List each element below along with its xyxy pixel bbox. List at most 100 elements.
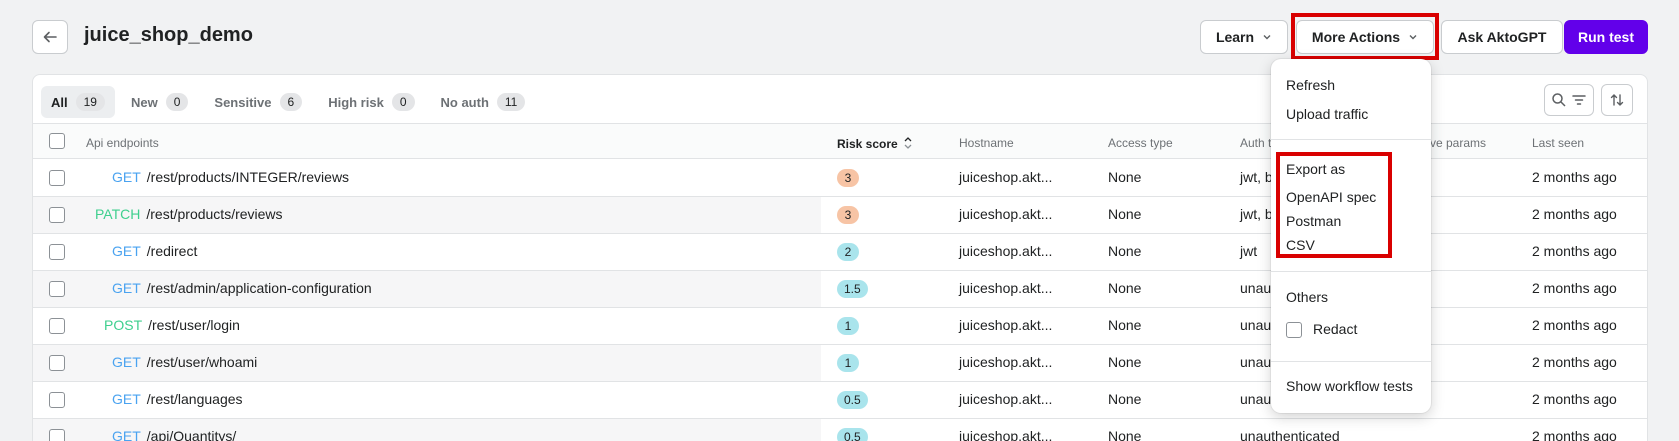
http-method: GET xyxy=(112,428,141,441)
tab-label: All xyxy=(51,94,68,110)
row-checkbox[interactable] xyxy=(49,429,65,441)
http-method: GET xyxy=(112,169,141,185)
row-checkbox[interactable] xyxy=(49,170,65,186)
select-all-checkbox[interactable] xyxy=(49,133,65,149)
tab-all[interactable]: All 19 xyxy=(41,86,115,118)
tab-label: Sensitive xyxy=(214,94,272,110)
row-checkbox[interactable] xyxy=(49,318,65,334)
hostname: juiceshop.akt... xyxy=(959,206,1053,222)
tab-no-auth[interactable]: No auth 11 xyxy=(431,86,536,118)
access-type: None xyxy=(1108,428,1142,441)
row-checkbox[interactable] xyxy=(49,244,65,260)
risk-badge: 3 xyxy=(837,169,859,187)
tab-new[interactable]: New 0 xyxy=(121,86,198,118)
row-checkbox[interactable] xyxy=(49,392,65,408)
table-row[interactable]: GET/api/Quantitys/ 0.5 juiceshop.akt... … xyxy=(33,419,1647,441)
tab-label: High risk xyxy=(328,94,384,110)
auth-type: unau xyxy=(1240,391,1272,407)
ask-aktogpt-label: Ask AktoGPT xyxy=(1457,29,1547,45)
last-seen: 2 months ago xyxy=(1532,428,1617,441)
tab-label: New xyxy=(130,94,158,110)
sort-toggle-icon xyxy=(904,137,912,149)
col-risk-label: Risk score xyxy=(837,137,898,151)
more-actions-label: More Actions xyxy=(1311,29,1401,45)
menu-item-csv[interactable]: CSV xyxy=(1286,237,1315,253)
filter-icon xyxy=(1572,95,1586,105)
endpoint[interactable]: GET/api/Quantitys/ xyxy=(112,428,236,441)
ask-aktogpt-button[interactable]: Ask AktoGPT xyxy=(1441,20,1563,54)
auth-type: unauthenticated xyxy=(1240,428,1340,441)
auth-type: jwt xyxy=(1240,243,1258,259)
menu-item-openapi-spec[interactable]: OpenAPI spec xyxy=(1286,189,1376,205)
run-test-button[interactable]: Run test xyxy=(1564,20,1648,54)
arrow-left-icon xyxy=(43,31,57,43)
endpoint[interactable]: GET/rest/user/whoami xyxy=(112,354,257,370)
run-test-label: Run test xyxy=(1578,29,1634,45)
auth-type: unau xyxy=(1240,280,1272,296)
hostname: juiceshop.akt... xyxy=(959,243,1053,259)
back-button[interactable] xyxy=(32,20,68,54)
redact-label[interactable]: Redact xyxy=(1313,321,1357,337)
access-type: None xyxy=(1108,280,1142,296)
menu-item-refresh[interactable]: Refresh xyxy=(1286,77,1335,93)
menu-section-others: Others xyxy=(1286,289,1329,305)
hostname: juiceshop.akt... xyxy=(959,280,1053,296)
menu-item-postman[interactable]: Postman xyxy=(1286,213,1341,229)
auth-type: unau xyxy=(1240,317,1272,333)
chevron-down-icon xyxy=(1409,35,1417,40)
auth-type: unau xyxy=(1240,354,1272,370)
endpoint-path: /rest/admin/application-configuration xyxy=(146,280,372,296)
endpoint[interactable]: PATCH/rest/products/reviews xyxy=(95,206,283,222)
row-checkbox[interactable] xyxy=(49,281,65,297)
search-icon xyxy=(1552,93,1566,107)
http-method: POST xyxy=(104,317,143,333)
learn-button[interactable]: Learn xyxy=(1200,20,1288,54)
access-type: None xyxy=(1108,243,1142,259)
tab-count: 11 xyxy=(496,93,526,111)
last-seen: 2 months ago xyxy=(1532,280,1617,296)
http-method: GET xyxy=(112,280,141,296)
menu-item-show-workflow-tests[interactable]: Show workflow tests xyxy=(1286,378,1413,394)
row-checkbox[interactable] xyxy=(49,207,65,223)
risk-badge: 0.5 xyxy=(837,391,868,409)
endpoint[interactable]: GET/rest/products/INTEGER/reviews xyxy=(112,169,349,185)
http-method: PATCH xyxy=(95,206,141,222)
hostname: juiceshop.akt... xyxy=(959,354,1053,370)
tab-high-risk[interactable]: High risk 0 xyxy=(318,86,424,118)
http-method: GET xyxy=(112,243,141,259)
risk-badge: 1 xyxy=(837,317,859,335)
endpoint-path: /rest/languages xyxy=(146,391,243,407)
endpoint[interactable]: POST/rest/user/login xyxy=(104,317,240,333)
sort-icon xyxy=(1610,94,1624,106)
endpoint-path: /redirect xyxy=(146,243,198,259)
row-checkbox[interactable] xyxy=(49,355,65,371)
endpoint-path: /api/Quantitys/ xyxy=(146,428,237,441)
endpoint[interactable]: GET/rest/languages xyxy=(112,391,243,407)
auth-type: jwt, b xyxy=(1240,169,1273,185)
endpoint[interactable]: GET/redirect xyxy=(112,243,197,259)
endpoint-path: /rest/products/reviews xyxy=(146,206,283,222)
col-auth-type: Auth t xyxy=(1240,136,1272,150)
more-actions-button[interactable]: More Actions xyxy=(1296,20,1434,54)
access-type: None xyxy=(1108,206,1142,222)
tab-count: 6 xyxy=(279,93,303,111)
tab-sensitive[interactable]: Sensitive 6 xyxy=(204,86,312,118)
col-risk-score[interactable]: Risk score xyxy=(837,136,913,151)
menu-divider xyxy=(1271,361,1431,362)
last-seen: 2 months ago xyxy=(1532,317,1617,333)
endpoint-path: /rest/user/login xyxy=(148,317,240,333)
tab-count: 0 xyxy=(391,93,415,111)
menu-divider xyxy=(1271,139,1431,140)
col-api-endpoints: Api endpoints xyxy=(86,136,159,150)
tab-count: 0 xyxy=(165,93,189,111)
risk-badge: 1.5 xyxy=(837,280,868,298)
last-seen: 2 months ago xyxy=(1532,206,1617,222)
risk-badge: 0.5 xyxy=(837,428,868,441)
endpoint[interactable]: GET/rest/admin/application-configuration xyxy=(112,280,372,296)
hostname: juiceshop.akt... xyxy=(959,428,1053,441)
last-seen: 2 months ago xyxy=(1532,243,1617,259)
redact-checkbox[interactable] xyxy=(1286,322,1302,338)
search-filter-button[interactable] xyxy=(1544,84,1594,116)
sort-button[interactable] xyxy=(1601,84,1633,116)
menu-item-upload-traffic[interactable]: Upload traffic xyxy=(1286,106,1368,122)
